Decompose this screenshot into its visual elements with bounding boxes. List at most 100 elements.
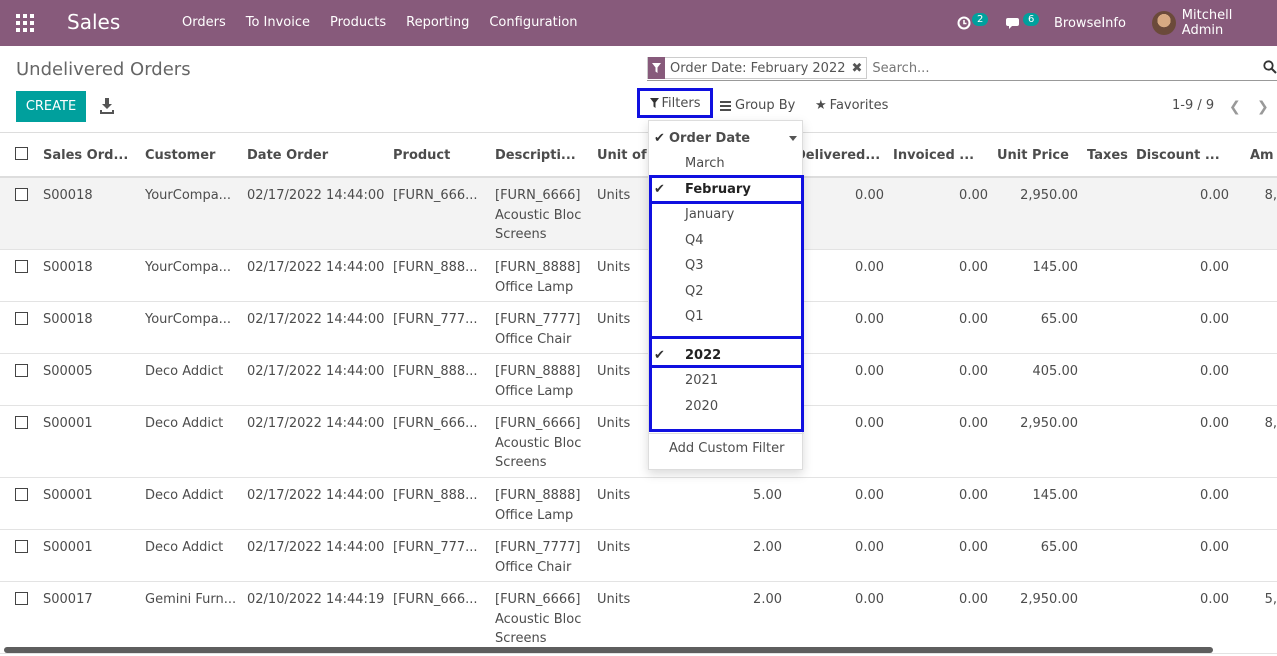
description-line: Office Lamp: [495, 507, 574, 523]
menu-reporting[interactable]: Reporting: [406, 15, 469, 30]
search-input[interactable]: [872, 60, 1253, 76]
cell-uom: Units: [597, 416, 631, 431]
col-discount[interactable]: Discount ...: [1136, 148, 1226, 163]
select-all-checkbox[interactable]: [15, 147, 28, 160]
chevron-right-icon[interactable]: ❯: [1257, 99, 1269, 115]
row-checkbox[interactable]: [15, 416, 28, 429]
table-row[interactable]: S00001 Deco Addict 02/17/2022 14:44:00 [FUR…: [0, 406, 1277, 478]
cell-invoiced: 0.00: [959, 260, 988, 275]
filter-option-march[interactable]: March: [649, 151, 804, 176]
table-row[interactable]: S00001 Deco Addict 02/17/2022 14:44:00 [FUR…: [0, 530, 1277, 582]
cell-invoiced: 0.00: [959, 364, 988, 379]
search-bar: Order Date: February 2022 ✖: [647, 56, 1277, 81]
table-row[interactable]: S00001 Deco Addict 02/17/2022 14:44:00 [FUR…: [0, 478, 1277, 530]
cell-uom: Units: [597, 488, 631, 503]
cell-discount: 0.00: [1200, 188, 1229, 203]
favorites-button[interactable]: ★ Favorites: [815, 98, 888, 113]
user-menu[interactable]: Mitchell Admin: [1152, 0, 1277, 46]
cell-order: S00001: [43, 416, 93, 431]
main-menu: Orders To Invoice Products Reporting Con…: [182, 15, 598, 30]
cell-product: [FURN_777...: [393, 540, 478, 555]
cell-delivered: 0.00: [855, 592, 884, 607]
cell-discount: 0.00: [1200, 260, 1229, 275]
col-delivered[interactable]: Delivered...: [795, 148, 880, 163]
description-line: [FURN_8888]: [495, 364, 581, 379]
cell-description: [FURN_7777] Office Chair: [495, 310, 590, 349]
col-unit-of-measure[interactable]: Unit of: [597, 148, 647, 163]
cell-date: 02/17/2022 14:44:00: [247, 488, 385, 503]
comments-icon: [1006, 18, 1019, 29]
messages-button[interactable]: 6: [1006, 0, 1040, 46]
col-invoiced[interactable]: Invoiced ...: [893, 148, 983, 163]
cell-uom: Units: [597, 260, 631, 275]
groupby-button[interactable]: Group By: [720, 98, 795, 113]
apps-menu-icon[interactable]: [16, 14, 34, 32]
cell-date: 02/17/2022 14:44:00: [247, 364, 385, 379]
row-checkbox[interactable]: [15, 312, 28, 325]
search-facet[interactable]: Order Date: February 2022 ✖: [647, 57, 868, 79]
horizontal-scrollbar[interactable]: [4, 647, 1213, 653]
cell-customer: YourCompa...: [145, 260, 232, 275]
col-description[interactable]: Descripti...: [495, 148, 585, 163]
download-icon[interactable]: [100, 98, 114, 114]
cell-delivered: 0.00: [855, 540, 884, 555]
menu-products[interactable]: Products: [330, 15, 386, 30]
activity-button[interactable]: 2: [957, 0, 989, 46]
row-checkbox[interactable]: [15, 188, 28, 201]
col-sales-order[interactable]: Sales Ord...: [43, 148, 133, 163]
table-row[interactable]: S00005 Deco Addict 02/17/2022 14:44:00 [FUR…: [0, 354, 1277, 406]
cell-delivered: 0.00: [855, 416, 884, 431]
table-row[interactable]: S00018 YourCompa... 02/17/2022 14:44:00 [FU…: [0, 178, 1277, 250]
cell-product: [FURN_666...: [393, 592, 478, 607]
table-row[interactable]: S00017 Gemini Furn... 02/10/2022 14:44:19 […: [0, 582, 1277, 654]
cell-discount: 0.00: [1200, 488, 1229, 503]
description-line: [FURN_7777]: [495, 312, 581, 327]
row-checkbox[interactable]: [15, 488, 28, 501]
favorites-label: Favorites: [829, 98, 889, 113]
cell-date: 02/17/2022 14:44:00: [247, 188, 385, 203]
row-checkbox[interactable]: [15, 540, 28, 553]
chevron-left-icon[interactable]: ❮: [1229, 99, 1241, 115]
col-unit-price[interactable]: Unit Price: [997, 148, 1077, 163]
company-switcher[interactable]: BrowseInfo: [1054, 0, 1126, 46]
row-checkbox[interactable]: [15, 364, 28, 377]
highlight-months-quarters: [649, 201, 804, 339]
menu-configuration[interactable]: Configuration: [489, 15, 577, 30]
facet-remove-icon[interactable]: ✖: [851, 61, 866, 76]
col-date-order[interactable]: Date Order: [247, 148, 367, 163]
highlight-years: [649, 365, 804, 432]
filters-button[interactable]: Filters: [637, 88, 713, 118]
col-taxes[interactable]: Taxes: [1087, 148, 1132, 163]
table-row[interactable]: S00018 YourCompa... 02/17/2022 14:44:00 [FU…: [0, 302, 1277, 354]
add-custom-filter[interactable]: Add Custom Filter: [669, 441, 784, 456]
dropdown-group-order-date[interactable]: ✔ Order Date: [649, 126, 804, 151]
create-button[interactable]: CREATE: [16, 91, 86, 122]
cell-date: 02/17/2022 14:44:00: [247, 416, 385, 431]
cell-discount: 0.00: [1200, 540, 1229, 555]
description-line: Screens: [495, 227, 547, 242]
cell-customer: Deco Addict: [145, 364, 224, 379]
menu-to-invoice[interactable]: To Invoice: [246, 15, 310, 30]
app-brand[interactable]: Sales: [67, 10, 120, 34]
table-row[interactable]: S00018 YourCompa... 02/17/2022 14:44:00 [FU…: [0, 250, 1277, 302]
facet-value: Order Date: February 2022: [670, 60, 846, 76]
user-name: Mitchell Admin: [1181, 8, 1233, 38]
row-checkbox[interactable]: [15, 260, 28, 273]
list-icon: [720, 100, 731, 111]
cell-order: S00018: [43, 260, 93, 275]
cell-delivered: 0.00: [855, 364, 884, 379]
col-product[interactable]: Product: [393, 148, 483, 163]
col-customer[interactable]: Customer: [145, 148, 235, 163]
menu-orders[interactable]: Orders: [182, 15, 226, 30]
filter-facet-icon: [648, 57, 665, 79]
cell-product: [FURN_777...: [393, 312, 478, 327]
search-icon[interactable]: [1263, 60, 1277, 74]
filter-icon: [649, 98, 659, 108]
col-amount[interactable]: Am: [1250, 148, 1277, 163]
description-line: [FURN_8888]: [495, 260, 581, 275]
cell-customer: Deco Addict: [145, 488, 224, 503]
row-checkbox[interactable]: [15, 592, 28, 605]
description-line: Acoustic Bloc: [495, 611, 582, 627]
description-line: Office Chair: [495, 331, 572, 347]
pager-value[interactable]: 1-9 / 9: [1172, 98, 1214, 113]
